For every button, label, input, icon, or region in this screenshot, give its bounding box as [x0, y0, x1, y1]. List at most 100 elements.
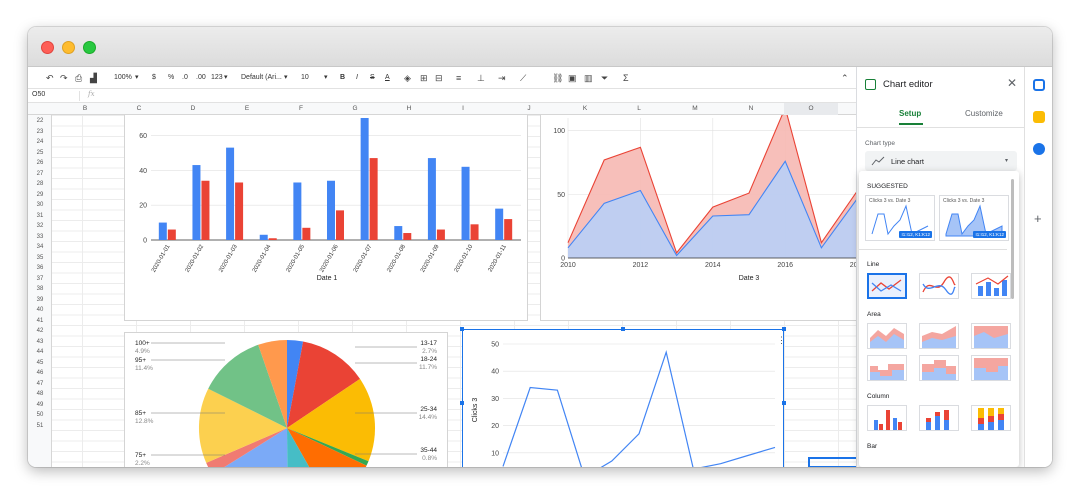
- zoom-chevron-down-icon[interactable]: ▾: [135, 72, 139, 84]
- row-header[interactable]: 23: [28, 127, 52, 137]
- stepped-area-chart-option[interactable]: [867, 355, 907, 381]
- column-header[interactable]: K: [558, 105, 612, 112]
- line-chart-option[interactable]: [867, 273, 907, 299]
- text-wrap-icon[interactable]: ⇥: [498, 72, 506, 84]
- stacked-column-chart-option[interactable]: [919, 405, 959, 431]
- column-header[interactable]: L: [612, 105, 666, 112]
- row-header[interactable]: 24: [28, 137, 52, 147]
- resize-handle[interactable]: [782, 401, 786, 405]
- add-addon-icon[interactable]: +: [1034, 211, 1042, 226]
- row-header[interactable]: 33: [28, 232, 52, 242]
- full-stepped-area-chart-option[interactable]: [971, 355, 1011, 381]
- currency-button[interactable]: $: [152, 72, 156, 84]
- row-header[interactable]: 37: [28, 274, 52, 284]
- column-header[interactable]: J: [502, 105, 556, 112]
- resize-handle[interactable]: [460, 327, 464, 331]
- resize-handle[interactable]: [621, 327, 625, 331]
- column-header[interactable]: D: [166, 105, 220, 112]
- font-size-chevron-down-icon[interactable]: ▾: [324, 72, 328, 84]
- text-rotation-icon[interactable]: ⟋: [520, 72, 526, 84]
- formats-chevron-down-icon[interactable]: ▾: [224, 72, 228, 84]
- borders-icon[interactable]: ⊞: [420, 72, 428, 84]
- minimize-window-button[interactable]: [62, 41, 75, 54]
- print-icon[interactable]: ⎙: [75, 72, 82, 84]
- font-chevron-down-icon[interactable]: ▾: [284, 72, 288, 84]
- area-chart[interactable]: Date 3 05010020102012201420162018: [540, 115, 856, 321]
- tasks-icon[interactable]: [1033, 143, 1045, 155]
- maximize-window-button[interactable]: [83, 41, 96, 54]
- row-header[interactable]: 25: [28, 148, 52, 158]
- bar-chart[interactable]: Date 1 0 20 40 60 2020-01-01 2020-01-02 2020-0…: [124, 115, 528, 321]
- row-header[interactable]: 49: [28, 400, 52, 410]
- line-chart[interactable]: Clicks 3 ⋮ 01020304050: [462, 329, 784, 467]
- tab-customize[interactable]: Customize: [965, 109, 1003, 118]
- row-header[interactable]: 34: [28, 242, 52, 252]
- smooth-line-chart-option[interactable]: [919, 273, 959, 299]
- undo-icon[interactable]: ↶: [46, 72, 54, 84]
- column-chart-option[interactable]: [867, 405, 907, 431]
- column-header[interactable]: M: [668, 105, 722, 112]
- stacked-area-chart-option[interactable]: [919, 323, 959, 349]
- area-chart-option[interactable]: [867, 323, 907, 349]
- insert-comment-icon[interactable]: ▣: [568, 72, 577, 84]
- insert-chart-icon[interactable]: ▥: [584, 72, 593, 84]
- collapse-toolbar-icon[interactable]: ⌃: [841, 72, 849, 84]
- row-header[interactable]: 36: [28, 263, 52, 273]
- scrollbar[interactable]: [1011, 179, 1014, 299]
- row-header[interactable]: 27: [28, 169, 52, 179]
- row-header[interactable]: 42: [28, 326, 52, 336]
- row-header[interactable]: 44: [28, 347, 52, 357]
- column-header[interactable]: N: [724, 105, 778, 112]
- suggested-chart-1[interactable]: Clicks 3 vs. Date 3 I1:I12, K1:K12: [865, 195, 935, 241]
- row-header[interactable]: 43: [28, 337, 52, 347]
- row-header[interactable]: 41: [28, 316, 52, 326]
- close-icon[interactable]: ✕: [1007, 76, 1017, 90]
- column-header[interactable]: I: [436, 105, 490, 112]
- row-header[interactable]: 38: [28, 284, 52, 294]
- chart-type-select[interactable]: Line chart ▾: [865, 151, 1017, 171]
- row-header[interactable]: 29: [28, 190, 52, 200]
- row-header[interactable]: 32: [28, 221, 52, 231]
- column-header[interactable]: G: [328, 105, 382, 112]
- row-header[interactable]: 26: [28, 158, 52, 168]
- selected-cell[interactable]: [808, 457, 856, 467]
- row-header[interactable]: 51: [28, 421, 52, 431]
- column-header-selected[interactable]: O: [784, 103, 838, 115]
- column-header[interactable]: C: [112, 105, 166, 112]
- row-header[interactable]: 35: [28, 253, 52, 263]
- pie-chart[interactable]: 100+ 4.9% 95+ 11.4% 85+ 12.8% 75+ 2.2% 13-17 2.7%…: [124, 332, 448, 467]
- row-header[interactable]: 31: [28, 211, 52, 221]
- suggested-chart-2[interactable]: Clicks 3 vs. Date 3 I1:I12, K1:K12: [939, 195, 1009, 241]
- vertical-align-icon[interactable]: ⊥: [477, 72, 485, 84]
- font-select[interactable]: Default (Ari...: [241, 72, 282, 84]
- row-header[interactable]: 48: [28, 389, 52, 399]
- column-header[interactable]: B: [58, 105, 112, 112]
- italic-button[interactable]: I: [356, 72, 358, 84]
- column-header[interactable]: H: [382, 105, 436, 112]
- filter-icon[interactable]: ⏷: [601, 72, 608, 84]
- name-box[interactable]: O50: [32, 91, 80, 101]
- row-header[interactable]: 40: [28, 305, 52, 315]
- keep-icon[interactable]: [1033, 111, 1045, 123]
- close-window-button[interactable]: [41, 41, 54, 54]
- insert-link-icon[interactable]: ⛓: [552, 72, 563, 84]
- chart-menu-icon[interactable]: ⋮: [777, 335, 784, 345]
- increase-decimal-button[interactable]: .00: [196, 72, 206, 84]
- merge-cells-icon[interactable]: ⊟: [435, 72, 443, 84]
- calendar-icon[interactable]: [1033, 79, 1045, 91]
- row-header[interactable]: 28: [28, 179, 52, 189]
- more-formats-button[interactable]: 123: [211, 72, 223, 84]
- row-header[interactable]: 46: [28, 368, 52, 378]
- zoom-select[interactable]: 100%: [114, 72, 132, 84]
- full-stacked-area-chart-option[interactable]: [971, 323, 1011, 349]
- functions-icon[interactable]: Σ: [623, 72, 629, 84]
- text-color-button[interactable]: A: [385, 72, 390, 84]
- paint-format-icon[interactable]: ▟: [90, 72, 97, 84]
- bold-button[interactable]: B: [340, 72, 345, 84]
- decrease-decimal-button[interactable]: .0: [182, 72, 188, 84]
- resize-handle[interactable]: [782, 327, 786, 331]
- row-header[interactable]: 39: [28, 295, 52, 305]
- stacked-stepped-area-chart-option[interactable]: [919, 355, 959, 381]
- full-stacked-column-chart-option[interactable]: [971, 405, 1011, 431]
- column-header[interactable]: E: [220, 105, 274, 112]
